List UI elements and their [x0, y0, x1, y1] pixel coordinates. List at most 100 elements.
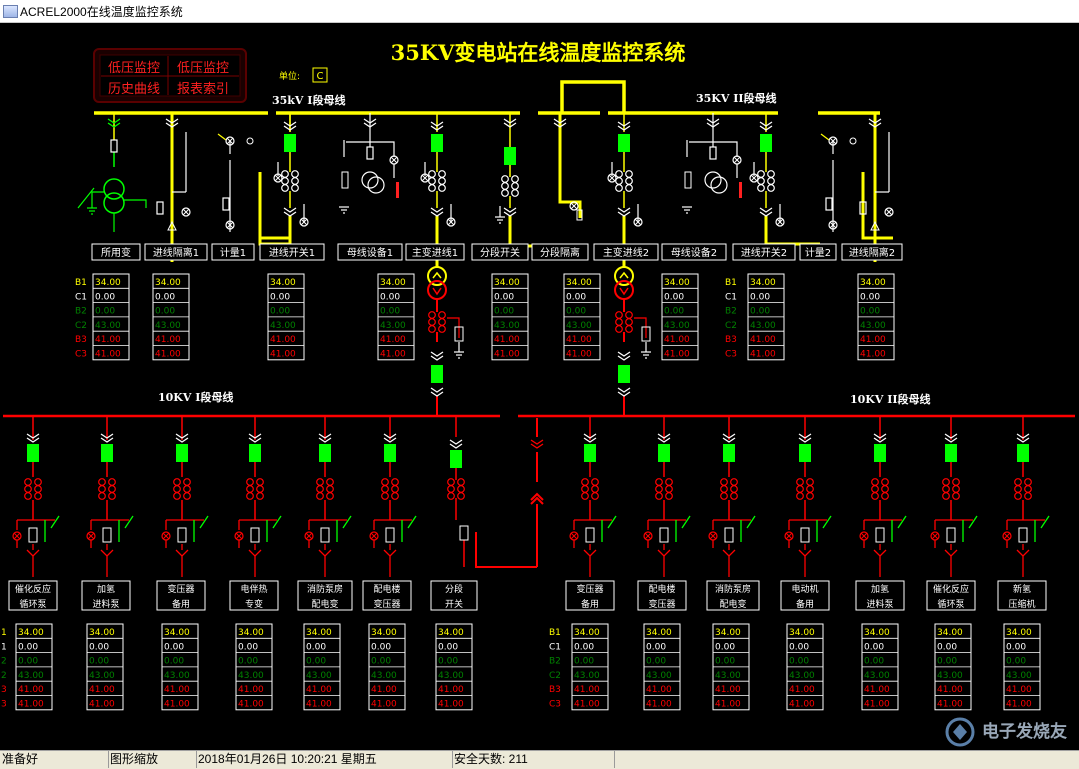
lower-temp-table: 34.00 0.00 0.00 43.00 41.00 41.00 — [15, 623, 53, 711]
lower-temp-table: 34.00 0.00 0.00 43.00 41.00 41.00 — [368, 623, 406, 711]
status-ready: 准备好 — [0, 751, 109, 768]
table-cell: 43.00 — [1006, 671, 1032, 681]
ct-icon — [438, 184, 446, 192]
ct-icon — [24, 492, 32, 500]
table-cell: 0.00 — [18, 657, 38, 667]
wire — [217, 133, 227, 141]
nav-button-report-index[interactable]: 报表索引 — [177, 82, 229, 97]
bus-label-35kv-1: 35kV I段母线 — [272, 93, 345, 107]
ct-icon — [615, 311, 623, 319]
nav-panel: 低压监控 低压监控 历史曲线 报表索引 — [93, 48, 247, 103]
table-cell: 41.00 — [1006, 700, 1032, 710]
lower-feeder-label-line1-3: 电伴热 — [240, 583, 267, 595]
table-cell: 43.00 — [371, 671, 397, 681]
table-cell: 41.00 — [750, 350, 776, 360]
table-cell: 41.00 — [715, 685, 741, 695]
ct-icon — [665, 478, 673, 486]
row-label-lower-right-5: C3 — [549, 700, 561, 710]
table-cell: 41.00 — [646, 700, 672, 710]
row-label-lower-right-4: B3 — [549, 685, 561, 695]
arrester-icon — [1016, 549, 1030, 557]
breaker-feeder-icon — [799, 444, 811, 462]
ct-icon — [457, 485, 465, 493]
table-cell: 0.00 — [89, 642, 109, 652]
lower-feeder-label-line1-13: 新氢 — [1013, 583, 1031, 595]
table-cell: 43.00 — [860, 321, 886, 331]
table-cell: 41.00 — [664, 335, 690, 345]
ct-icon — [281, 184, 289, 192]
table-cell: 0.00 — [380, 307, 400, 317]
ct-icon — [942, 492, 950, 500]
table-cell: 0.00 — [438, 657, 458, 667]
table-cell: 0.00 — [371, 642, 391, 652]
table-cell: 41.00 — [380, 350, 406, 360]
ct-icon — [316, 478, 324, 486]
bus-tie-wire — [475, 532, 537, 568]
ct-icon — [108, 485, 116, 493]
nav-button-lowvoltage-1[interactable]: 低压监控 — [108, 61, 160, 76]
table-cell: 41.00 — [380, 335, 406, 345]
wire — [746, 515, 756, 529]
ct-icon — [438, 318, 446, 326]
ct-icon — [381, 485, 389, 493]
breaker-feeder-icon — [27, 444, 39, 462]
table-cell: 0.00 — [371, 657, 391, 667]
ct-icon — [730, 492, 738, 500]
wire — [124, 199, 147, 208]
ct-icon — [438, 311, 446, 319]
breaker-icon — [760, 134, 772, 152]
ct-icon — [952, 478, 960, 486]
table-cell: 41.00 — [238, 685, 264, 695]
breaker-main-10kv-icon — [431, 365, 443, 383]
lower-feeder-label-line2-12: 循环泵 — [937, 598, 964, 610]
ct-icon — [591, 485, 599, 493]
ct-icon — [625, 184, 633, 192]
nav-button-history-curve[interactable]: 历史曲线 — [108, 82, 160, 97]
row-label-lower-left-4: 3 — [1, 685, 7, 695]
table-cell: 41.00 — [937, 700, 963, 710]
table-cell: 0.00 — [566, 307, 586, 317]
ct-icon — [457, 478, 465, 486]
unit-label: 单位: — [279, 70, 300, 82]
table-cell: 41.00 — [155, 350, 181, 360]
table-cell: 43.00 — [89, 671, 115, 681]
connector-chevron-icon — [759, 207, 773, 213]
ct-icon — [98, 492, 106, 500]
feeder-label-0: 所用变 — [101, 246, 131, 259]
table-cell: 43.00 — [18, 671, 44, 681]
table-cell: 0.00 — [937, 642, 957, 652]
connector-chevron-icon — [530, 439, 544, 445]
table-cell: 34.00 — [937, 628, 963, 638]
table-cell: 0.00 — [937, 657, 957, 667]
pt-icon — [246, 137, 254, 145]
table-cell: 41.00 — [155, 335, 181, 345]
table-cell: 0.00 — [164, 657, 184, 667]
ct-icon — [391, 478, 399, 486]
nav-button-lowvoltage-2[interactable]: 低压监控 — [177, 61, 229, 76]
ct-icon — [952, 492, 960, 500]
breaker-feeder-icon — [1017, 444, 1029, 462]
table-cell: 41.00 — [566, 335, 592, 345]
fuse-icon — [739, 182, 742, 198]
table-cell: 41.00 — [574, 700, 600, 710]
ct-icon — [381, 478, 389, 486]
table-cell: 43.00 — [438, 671, 464, 681]
table-cell: 41.00 — [574, 685, 600, 695]
table-cell: 34.00 — [715, 628, 741, 638]
resistor-icon — [341, 171, 349, 189]
ct-icon — [581, 492, 589, 500]
row-label-upper-left-1: C1 — [75, 292, 87, 302]
table-cell: 43.00 — [566, 321, 592, 331]
table-cell: 0.00 — [164, 642, 184, 652]
ct-icon — [615, 318, 623, 326]
table-cell: 0.00 — [306, 642, 326, 652]
lower-feeder-label-line1-5: 配电楼 — [373, 583, 400, 595]
resistor-icon — [659, 527, 669, 543]
wire — [634, 317, 647, 338]
ct-icon — [730, 478, 738, 486]
table-cell: 0.00 — [646, 657, 666, 667]
table-cell: 34.00 — [380, 278, 406, 288]
table-cell: 43.00 — [380, 321, 406, 331]
ct-icon — [108, 478, 116, 486]
table-cell: 41.00 — [306, 700, 332, 710]
